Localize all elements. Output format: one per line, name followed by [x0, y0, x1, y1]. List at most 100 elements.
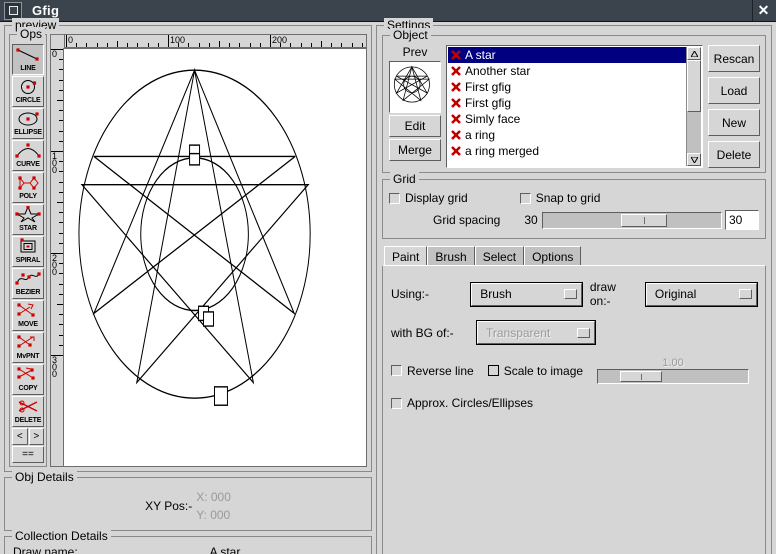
- ruler-tick: [148, 43, 149, 47]
- scale-slider-thumb[interactable]: [620, 371, 662, 382]
- ruler-corner: [50, 34, 64, 48]
- approx-circles-checkbox[interactable]: [391, 398, 402, 409]
- delete-x-icon: [450, 81, 462, 93]
- merge-button[interactable]: Merge: [389, 139, 441, 161]
- object-list-item-label: Simly face: [465, 112, 520, 126]
- figure-canvas[interactable]: [64, 48, 367, 467]
- tool-button-poly[interactable]: POLY: [12, 172, 44, 203]
- object-list-item[interactable]: Simly face: [448, 111, 686, 127]
- new-button[interactable]: New: [708, 109, 760, 136]
- draw-on-dropdown[interactable]: Original: [646, 283, 757, 306]
- tool-button-mvpnt[interactable]: MvPNT: [12, 332, 44, 363]
- ruler-tick: [59, 59, 63, 60]
- tab-paint[interactable]: Paint: [384, 246, 427, 266]
- window-menu-icon[interactable]: [4, 2, 22, 20]
- draw-name-value: A star: [85, 544, 365, 554]
- settings-frame: Settings Object Prev: [376, 25, 772, 554]
- rescan-button[interactable]: Rescan: [708, 45, 760, 72]
- ruler-tick: [352, 43, 353, 47]
- ruler-tick: [59, 161, 63, 162]
- nav-row: < >: [12, 428, 44, 445]
- object-list-item[interactable]: Another star: [448, 63, 686, 79]
- object-list-item[interactable]: A star: [448, 47, 686, 63]
- grid-spacing-min: 30: [524, 213, 537, 227]
- bg-row: with BG of:- Transparent: [391, 321, 757, 344]
- reverse-line-checkbox[interactable]: [391, 365, 402, 376]
- grid-checkbox-row: Display grid Snap to grid: [389, 189, 759, 207]
- object-list-item[interactable]: a ring merged: [448, 143, 686, 159]
- object-list-wrap: A starAnother starFirst gfigFirst gfigSi…: [446, 45, 703, 168]
- tool-button-copy[interactable]: COPY: [12, 364, 44, 395]
- scroll-down-icon[interactable]: [687, 153, 701, 166]
- ruler-tick: [209, 43, 210, 47]
- tab-options[interactable]: Options: [524, 246, 581, 266]
- right-column: Settings Object Prev: [376, 25, 772, 554]
- delete-x-icon: [450, 145, 462, 157]
- load-button[interactable]: Load: [708, 77, 760, 104]
- tool-label: DELETE: [15, 417, 41, 425]
- grid-spacing-slider[interactable]: [542, 212, 722, 229]
- scroll-up-icon[interactable]: [687, 47, 701, 60]
- chevron-down-icon: [577, 328, 590, 338]
- collection-details-frame: Collection Details Draw name: A star Fil…: [4, 536, 372, 554]
- ruler-tick: [178, 43, 179, 47]
- snap-to-grid-checkbox[interactable]: [520, 193, 531, 204]
- object-list-item[interactable]: a ring: [448, 127, 686, 143]
- ruler-label: 100: [52, 153, 57, 174]
- tool-button-line[interactable]: LINE: [12, 44, 44, 75]
- tool-button-move[interactable]: MOVE: [12, 300, 44, 331]
- move-point-tool-icon: [13, 334, 43, 352]
- close-icon[interactable]: ✕: [752, 0, 774, 21]
- y-value: Y: 000: [196, 508, 231, 522]
- object-frame: Object Prev: [382, 35, 766, 173]
- tool-button-bezier[interactable]: BEZIER: [12, 268, 44, 299]
- object-list-item[interactable]: First gfig: [448, 95, 686, 111]
- curve-tool-icon: [13, 142, 43, 160]
- grid-spacing-input[interactable]: 30: [725, 210, 759, 230]
- tab-select[interactable]: Select: [475, 246, 524, 266]
- next-object-button[interactable]: >: [29, 428, 45, 445]
- prev-object-button[interactable]: <: [12, 428, 28, 445]
- tool-button-curve[interactable]: CURVE: [12, 140, 44, 171]
- edit-button[interactable]: Edit: [389, 115, 441, 137]
- bg-dropdown[interactable]: Transparent: [477, 321, 595, 344]
- copy-tool-icon: [13, 366, 43, 384]
- tab-brush[interactable]: Brush: [427, 246, 474, 266]
- object-list[interactable]: A starAnother starFirst gfigFirst gfigSi…: [448, 47, 686, 166]
- display-grid-checkbox[interactable]: [389, 193, 400, 204]
- window-body: preview Ops LINECIRCLEELLIPSECURVEPOLYST…: [0, 22, 776, 554]
- tool-button-delete[interactable]: DELETE: [12, 396, 44, 427]
- scale-slider[interactable]: [597, 369, 749, 384]
- ruler-tick: [59, 233, 63, 234]
- scale-to-image-checkbox[interactable]: [488, 365, 499, 376]
- ruler-tick: [127, 43, 128, 47]
- grid-spacing-slider-thumb[interactable]: [621, 214, 667, 227]
- obj-details-label: Obj Details: [12, 470, 77, 484]
- xy-values: X: 000 Y: 000: [196, 490, 231, 522]
- tool-button-circle[interactable]: CIRCLE: [12, 76, 44, 107]
- snap-to-grid-label: Snap to grid: [536, 191, 601, 205]
- scale-to-image-label: Scale to image: [504, 364, 583, 378]
- tool-button-ellipse[interactable]: ELLIPSE: [12, 108, 44, 139]
- draw-name-label: Draw name:: [13, 544, 85, 554]
- ruler-tick: [97, 43, 98, 47]
- ruler-tick: [301, 43, 302, 47]
- ruler-label: 200: [52, 255, 57, 276]
- object-list-item-label: a ring: [465, 128, 495, 142]
- settings-tabs: PaintBrushSelectOptions: [382, 246, 766, 266]
- grid-spacing-label: Grid spacing: [433, 213, 500, 227]
- scrollbar-track[interactable]: [687, 60, 701, 153]
- approx-row: Approx. Circles/Ellipses: [391, 396, 757, 410]
- show-all-button[interactable]: ==: [12, 446, 44, 463]
- object-list-scrollbar[interactable]: [686, 47, 701, 166]
- tool-button-star[interactable]: STAR: [12, 204, 44, 235]
- scrollbar-thumb[interactable]: [687, 60, 701, 112]
- obj-details-frame: Obj Details XY Pos:- X: 000 Y: 000: [4, 477, 372, 531]
- delete-button[interactable]: Delete: [708, 141, 760, 168]
- ruler-tick: [321, 41, 322, 47]
- object-list-item[interactable]: First gfig: [448, 79, 686, 95]
- using-dropdown[interactable]: Brush: [471, 283, 582, 306]
- ruler-tick: [362, 43, 363, 47]
- tool-button-spiral[interactable]: SPIRAL: [12, 236, 44, 267]
- ruler-tick: [59, 212, 63, 213]
